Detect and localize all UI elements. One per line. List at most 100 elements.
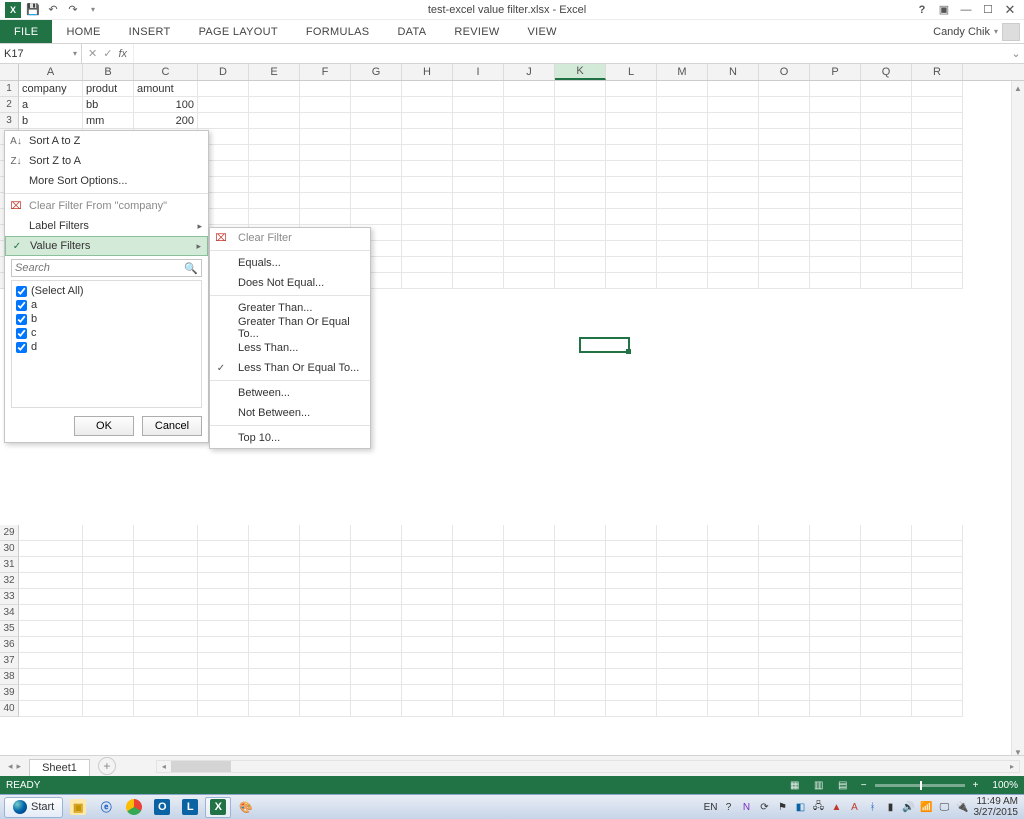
col-header-e[interactable]: E (249, 64, 300, 80)
cell[interactable] (912, 573, 963, 589)
cell[interactable] (861, 525, 912, 541)
cell[interactable] (300, 145, 351, 161)
lang-indicator[interactable]: EN (704, 802, 718, 813)
tab-review[interactable]: REVIEW (440, 20, 513, 43)
cell[interactable] (912, 209, 963, 225)
cell[interactable] (351, 669, 402, 685)
cell[interactable] (810, 701, 861, 717)
col-header-q[interactable]: Q (861, 64, 912, 80)
cell[interactable] (606, 113, 657, 129)
cell[interactable] (300, 129, 351, 145)
user-avatar-icon[interactable] (1002, 23, 1020, 41)
cell[interactable] (351, 193, 402, 209)
task-ie[interactable]: ⓔ (93, 797, 119, 818)
cell[interactable] (504, 653, 555, 669)
col-header-g[interactable]: G (351, 64, 402, 80)
cell[interactable] (402, 557, 453, 573)
cell[interactable] (657, 113, 708, 129)
cell[interactable] (249, 113, 300, 129)
submenu-top-10[interactable]: Top 10... (210, 428, 370, 448)
cell[interactable] (402, 113, 453, 129)
tray-wifi-icon[interactable]: 📶 (920, 800, 934, 814)
cell[interactable] (555, 129, 606, 145)
minimize-icon[interactable]: — (956, 1, 976, 19)
cell[interactable] (912, 161, 963, 177)
cell[interactable] (351, 541, 402, 557)
save-icon[interactable]: 💾 (24, 1, 42, 19)
cell[interactable] (351, 637, 402, 653)
cell[interactable] (912, 145, 963, 161)
sort-z-to-a[interactable]: Z↓ Sort Z to A (5, 151, 208, 171)
clear-filter-from[interactable]: ⌧ Clear Filter From "company" (5, 196, 208, 216)
cell[interactable] (759, 637, 810, 653)
cell[interactable] (504, 209, 555, 225)
cell[interactable] (402, 621, 453, 637)
cell[interactable] (657, 541, 708, 557)
cell[interactable] (912, 129, 963, 145)
cell[interactable] (657, 525, 708, 541)
cell[interactable] (810, 589, 861, 605)
cell[interactable] (300, 177, 351, 193)
cancel-formula-icon[interactable]: ✕ (88, 47, 97, 60)
view-page-layout-icon[interactable]: ▥ (809, 778, 829, 792)
cell[interactable] (351, 525, 402, 541)
cell[interactable] (861, 241, 912, 257)
cell[interactable] (300, 525, 351, 541)
cell[interactable] (83, 541, 134, 557)
cell[interactable] (249, 129, 300, 145)
cell[interactable] (861, 209, 912, 225)
cell[interactable] (555, 209, 606, 225)
cell[interactable] (606, 257, 657, 273)
cell[interactable] (810, 525, 861, 541)
close-icon[interactable]: ✕ (1000, 1, 1020, 19)
cell[interactable] (606, 557, 657, 573)
cell[interactable] (249, 573, 300, 589)
cell[interactable] (708, 605, 759, 621)
help-icon[interactable]: ? (912, 1, 932, 19)
cell[interactable] (300, 97, 351, 113)
cell[interactable] (198, 573, 249, 589)
cell[interactable] (351, 97, 402, 113)
tray-shield-icon[interactable]: ▲ (830, 800, 844, 814)
col-header-j[interactable]: J (504, 64, 555, 80)
cell[interactable] (402, 161, 453, 177)
cell[interactable] (810, 257, 861, 273)
cell[interactable] (555, 637, 606, 653)
cell[interactable] (19, 525, 83, 541)
cell[interactable] (134, 637, 198, 653)
cell[interactable] (402, 653, 453, 669)
tab-view[interactable]: VIEW (514, 20, 571, 43)
cell[interactable] (402, 145, 453, 161)
cell[interactable] (504, 97, 555, 113)
cell[interactable] (810, 193, 861, 209)
submenu-less-than-or-equal[interactable]: ✓ Less Than Or Equal To... (210, 358, 370, 378)
col-header-n[interactable]: N (708, 64, 759, 80)
task-paint[interactable]: 🎨 (233, 797, 259, 818)
cell[interactable] (453, 685, 504, 701)
cell[interactable] (657, 241, 708, 257)
cell[interactable] (555, 685, 606, 701)
cell[interactable] (759, 129, 810, 145)
cell[interactable] (249, 541, 300, 557)
cell[interactable] (708, 653, 759, 669)
cell[interactable] (912, 97, 963, 113)
cell[interactable] (657, 225, 708, 241)
row-header[interactable]: 35 (0, 621, 19, 637)
cell[interactable] (83, 605, 134, 621)
cell[interactable] (861, 621, 912, 637)
cell[interactable]: b (19, 113, 83, 129)
tab-home[interactable]: HOME (52, 20, 114, 43)
cell[interactable] (504, 129, 555, 145)
cell[interactable] (759, 273, 810, 289)
cell[interactable] (453, 669, 504, 685)
cell[interactable]: bb (83, 97, 134, 113)
cell[interactable] (606, 241, 657, 257)
cell[interactable] (83, 637, 134, 653)
cell[interactable] (351, 573, 402, 589)
cell[interactable] (402, 97, 453, 113)
cell[interactable] (453, 241, 504, 257)
col-header-l[interactable]: L (606, 64, 657, 80)
cell[interactable] (504, 573, 555, 589)
cell[interactable] (606, 145, 657, 161)
cell[interactable] (83, 525, 134, 541)
